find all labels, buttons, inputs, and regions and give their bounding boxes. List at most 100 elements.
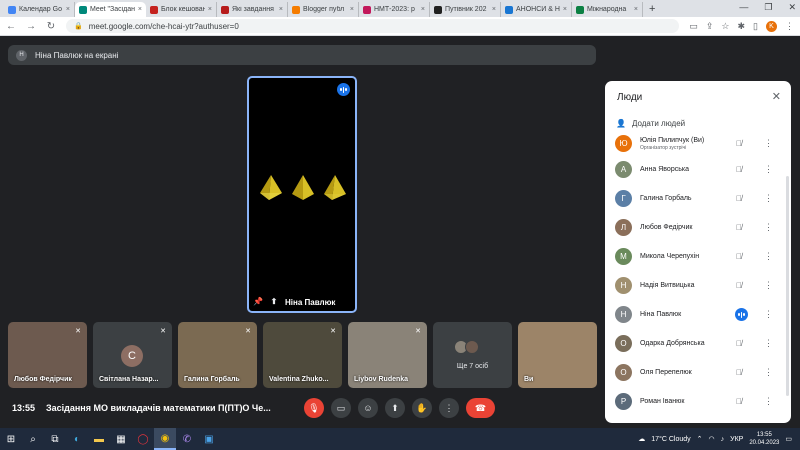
participant-row[interactable]: О Оля Перепелюк 🎙̸ ⋮ [605, 358, 791, 387]
close-window-icon[interactable]: ✕ [788, 2, 796, 13]
sidepanel-icon[interactable]: ▯ [753, 21, 758, 32]
tab-close-icon[interactable]: × [421, 6, 425, 13]
participant-more-icon[interactable]: ⋮ [764, 396, 773, 407]
minimize-icon[interactable]: — [739, 2, 748, 13]
notifications-icon[interactable]: ▭ [785, 435, 792, 443]
camera-permission-icon[interactable]: ▭ [689, 21, 698, 32]
presentation-tile[interactable]: 📌 ⬆ Ніна Павлюк [247, 76, 357, 313]
tab-label: АНОНСИ & Н [516, 6, 560, 13]
more-participants-tile[interactable]: Ще 7 осіб [433, 322, 512, 388]
tab-close-icon[interactable]: × [563, 6, 567, 13]
taskbar-clock[interactable]: 13:55 20.04.2023 [749, 431, 779, 447]
opera-icon[interactable]: ◯ [132, 428, 154, 450]
browser-tab[interactable]: Які завдання × [217, 2, 288, 17]
participant-tile[interactable]: ✕ Любов Федірчик [8, 322, 87, 388]
browser-tab[interactable]: Міжнародна × [572, 2, 643, 17]
mic-off-icon[interactable]: 🎙̸ [736, 252, 742, 261]
participant-tile[interactable]: ✕ Галина Горбаль [178, 322, 257, 388]
participant-tile[interactable]: ✕ Valentina Zhuko... [263, 322, 342, 388]
browser-tab[interactable]: Meet "Засідання× [75, 2, 146, 17]
close-icon[interactable]: ✕ [772, 90, 781, 103]
participant-name: Ви [524, 376, 534, 383]
participant-tile[interactable]: ✕ Liybov Rudenka [348, 322, 427, 388]
mic-off-icon[interactable]: 🎙̸ [736, 339, 742, 348]
participant-row[interactable]: Р Роман Іванюк 🎙̸ ⋮ [605, 387, 791, 416]
tray-arrow-icon[interactable]: ⌃ [697, 435, 703, 443]
present-now-button[interactable]: ⬆ [385, 398, 405, 418]
reactions-button[interactable]: ☺ [358, 398, 378, 418]
participant-row[interactable]: Г Галина Горбаль 🎙̸ ⋮ [605, 184, 791, 213]
mic-toggle-button[interactable]: 🎙 [304, 398, 324, 418]
participant-more-icon[interactable]: ⋮ [764, 338, 773, 349]
mic-off-icon[interactable]: 🎙̸ [736, 223, 742, 232]
browser-menu-icon[interactable]: ⋮ [785, 21, 794, 32]
bookmark-star-icon[interactable]: ☆ [721, 21, 729, 32]
back-icon[interactable]: ← [6, 21, 16, 32]
pin-icon[interactable]: 📌 [253, 297, 263, 307]
volume-icon[interactable]: ♪ [721, 436, 725, 443]
windows-start-icon[interactable]: ⊞ [0, 428, 22, 450]
profile-avatar[interactable]: K [766, 20, 777, 32]
store-icon[interactable]: ▦ [110, 428, 132, 450]
participant-more-icon[interactable]: ⋮ [764, 367, 773, 378]
participant-more-icon[interactable]: ⋮ [764, 193, 773, 204]
browser-tab[interactable]: Блок кешоване× [146, 2, 217, 17]
participant-tile[interactable]: Ви [518, 322, 597, 388]
maximize-icon[interactable]: ❐ [764, 2, 772, 13]
mic-off-icon[interactable]: 🎙̸ [736, 368, 742, 377]
share-icon[interactable]: ⇪ [706, 21, 714, 32]
people-scrollbar[interactable] [786, 176, 789, 396]
participant-row[interactable]: М Микола Черепухін 🎙̸ ⋮ [605, 242, 791, 271]
tab-close-icon[interactable]: × [208, 6, 212, 13]
browser-tab[interactable]: Календар Go × [4, 2, 75, 17]
tab-close-icon[interactable]: × [634, 6, 638, 13]
browser-tab[interactable]: Путівник 202 × [430, 2, 501, 17]
tab-close-icon[interactable]: × [66, 6, 70, 13]
task-view-icon[interactable]: ⧉ [44, 428, 66, 450]
weather-text[interactable]: 17°C Cloudy [651, 436, 690, 443]
participant-more-icon[interactable]: ⋮ [764, 138, 773, 149]
new-tab-icon[interactable]: + [643, 2, 661, 17]
viber-icon[interactable]: ✆ [176, 428, 198, 450]
participant-more-icon[interactable]: ⋮ [764, 280, 773, 291]
wifi-icon[interactable]: ◠ [709, 435, 715, 443]
participant-row[interactable]: Н Надія Витвицька 🎙̸ ⋮ [605, 271, 791, 300]
mic-off-icon[interactable]: 🎙̸ [736, 194, 742, 203]
browser-tab[interactable]: НМТ-2023: р × [359, 2, 430, 17]
participant-row[interactable]: Л Любов Федірчик 🎙̸ ⋮ [605, 213, 791, 242]
participant-tile[interactable]: С ✕ Світлана Назар... [93, 322, 172, 388]
search-icon[interactable]: ⌕ [22, 428, 44, 450]
browser-tab[interactable]: АНОНСИ & Н × [501, 2, 572, 17]
browser-tab[interactable]: Blogger публ × [288, 2, 359, 17]
leave-call-button[interactable]: ☎ [466, 398, 495, 418]
tab-close-icon[interactable]: × [492, 6, 496, 13]
photos-icon[interactable]: ▣ [198, 428, 220, 450]
mic-off-icon[interactable]: 🎙̸ [736, 165, 742, 174]
mic-off-icon[interactable]: 🎙̸ [736, 281, 742, 290]
url-input[interactable]: 🔒 meet.google.com/che-hcai-ytr?authuser=… [66, 19, 680, 33]
participant-more-icon[interactable]: ⋮ [764, 164, 773, 175]
participant-more-icon[interactable]: ⋮ [764, 222, 773, 233]
raise-hand-button[interactable]: ✋ [412, 398, 432, 418]
participant-row[interactable]: А Анна Яворська 🎙̸ ⋮ [605, 155, 791, 184]
file-explorer-icon[interactable]: ▬ [88, 428, 110, 450]
mic-off-icon[interactable]: 🎙̸ [736, 397, 742, 406]
reload-icon[interactable]: ↻ [46, 21, 56, 32]
tab-close-icon[interactable]: × [138, 6, 142, 13]
tab-close-icon[interactable]: × [350, 6, 354, 13]
forward-icon[interactable]: → [26, 21, 36, 32]
chrome-icon[interactable]: ◉ [154, 428, 176, 450]
add-people-button[interactable]: 👤 Додати людей [616, 119, 685, 128]
participant-row[interactable]: Н Ніна Павлюк ⋮ [605, 300, 791, 329]
participant-row[interactable]: О Одарка Добрянська 🎙̸ ⋮ [605, 329, 791, 358]
participant-more-icon[interactable]: ⋮ [764, 309, 773, 320]
tab-close-icon[interactable]: × [279, 6, 283, 13]
shared-slide-content [257, 174, 349, 219]
mic-off-icon[interactable]: 🎙̸ [736, 139, 742, 148]
camera-toggle-button[interactable]: ▭ [331, 398, 351, 418]
more-options-button[interactable]: ⋮ [439, 398, 459, 418]
edge-icon[interactable]: ◐ [66, 428, 88, 450]
participant-more-icon[interactable]: ⋮ [764, 251, 773, 262]
extensions-icon[interactable]: ✱ [738, 21, 746, 32]
language-indicator[interactable]: УКР [730, 436, 743, 443]
